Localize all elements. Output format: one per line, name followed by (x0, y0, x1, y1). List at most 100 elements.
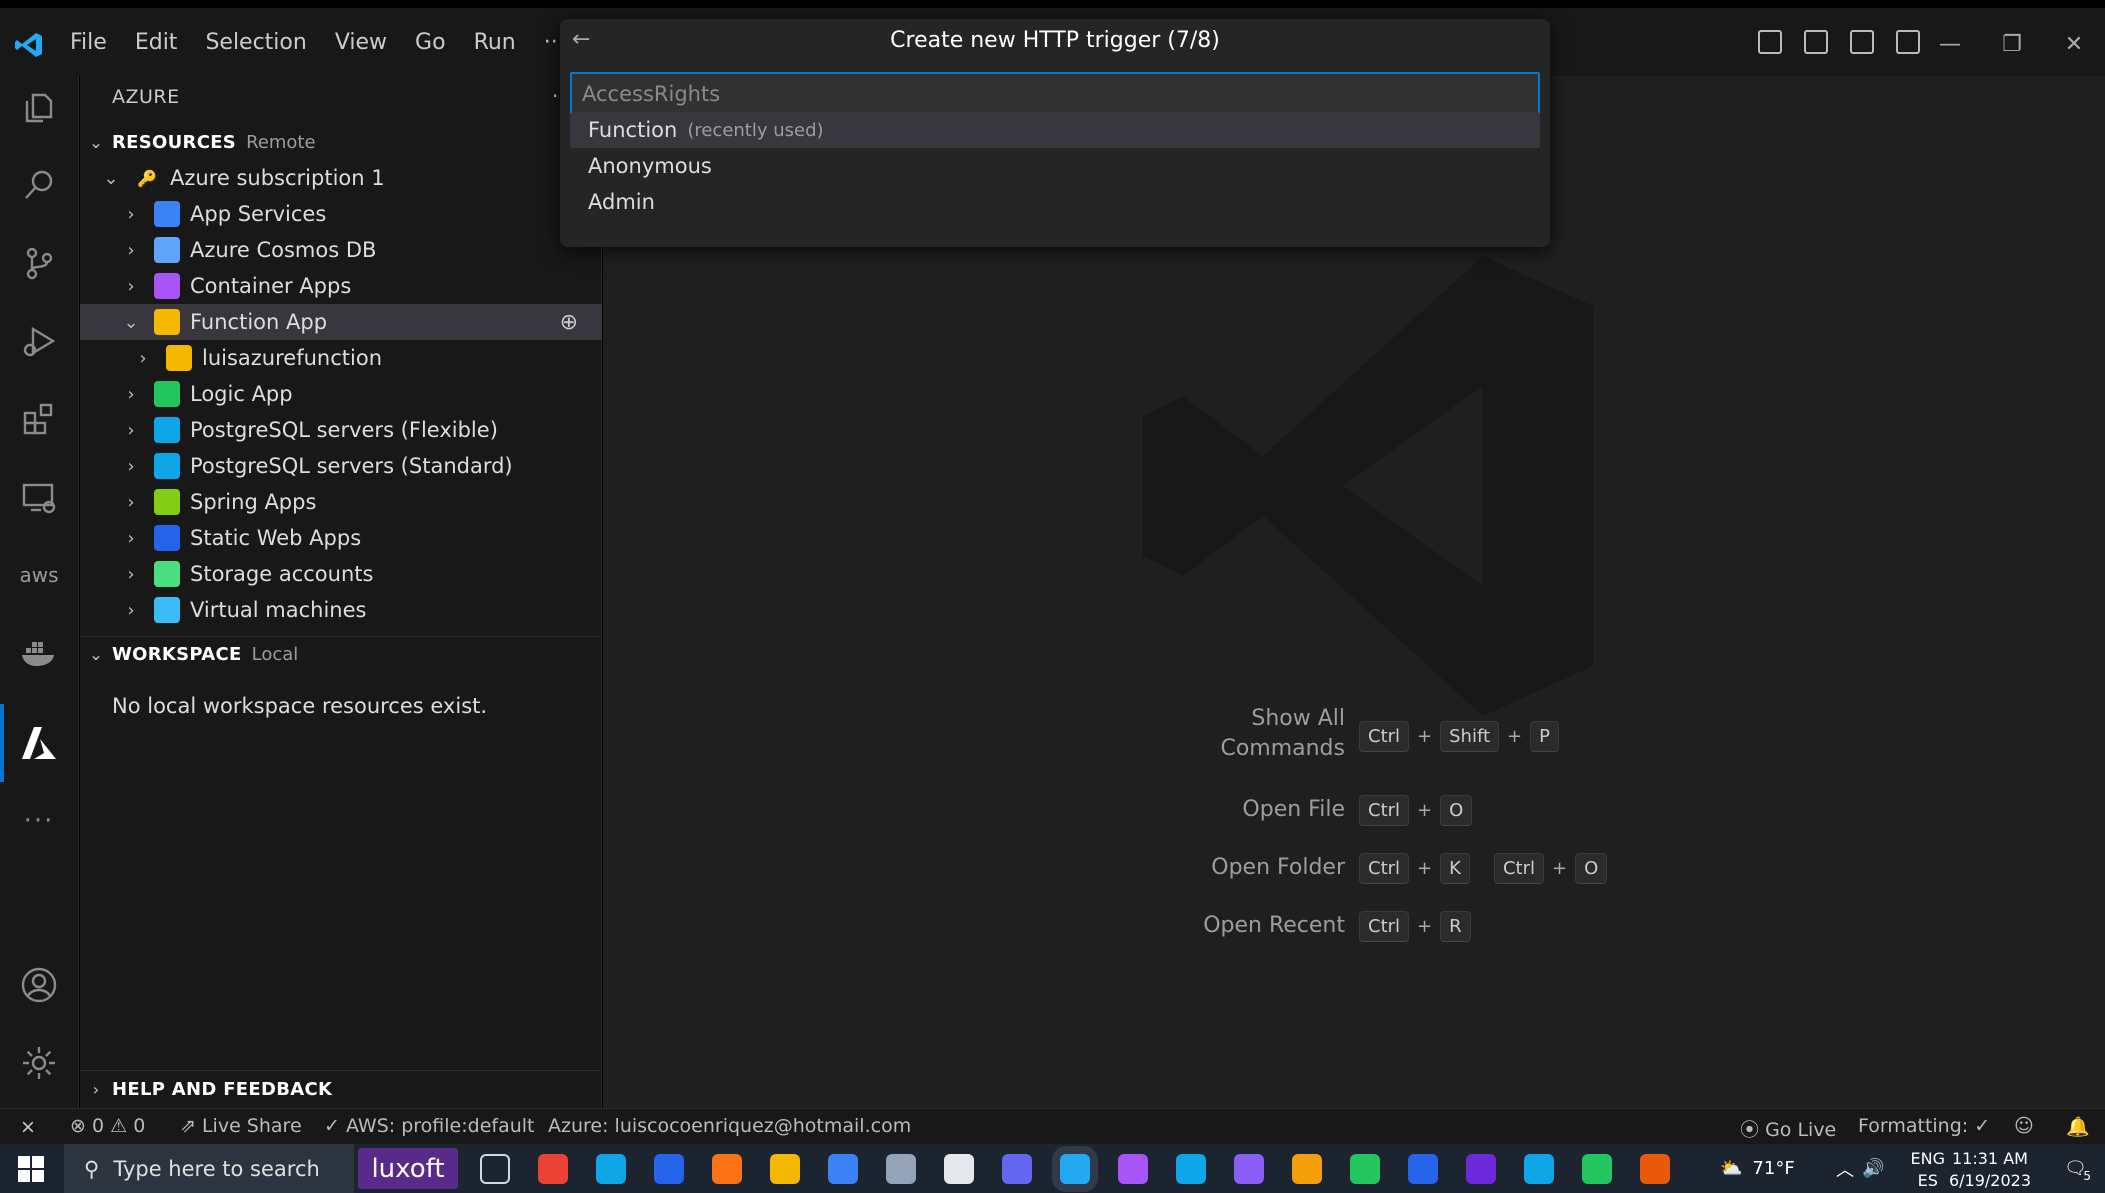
taskbar-clock[interactable]: 11:31 AM 6/19/2023 (1949, 1148, 2031, 1191)
run-debug-icon[interactable] (18, 320, 60, 362)
volume-icon[interactable]: 🔊 (1862, 1144, 1884, 1193)
go-live-status[interactable]: ⦿ Go Live (1740, 1115, 1836, 1142)
language-indicator[interactable]: ENG ES (1911, 1148, 1945, 1191)
eclipse-icon[interactable] (1466, 1154, 1496, 1184)
tree-item-luisazurefunction[interactable]: › luisazurefunction (80, 340, 602, 376)
vscode-watermark-icon (1143, 256, 1593, 716)
tree-item-spring-apps[interactable]: › Spring Apps (80, 484, 602, 520)
toggle-primary-sidebar-icon[interactable] (1758, 30, 1782, 54)
close-window-button[interactable]: ✕ (2043, 24, 2105, 64)
chevron-right-icon: › (127, 563, 135, 585)
weather-widget[interactable]: ⛅ 71°F (1720, 1144, 1795, 1193)
explorer-icon[interactable] (18, 86, 60, 128)
tree-item-logic-app[interactable]: › Logic App (80, 376, 602, 412)
tree-item-postgresql-servers-standard-[interactable]: › PostgreSQL servers (Standard) (80, 448, 602, 484)
action-center-icon[interactable]: 🗨 5 (2064, 1144, 2091, 1193)
azure-account-status[interactable]: Azure: luiscocoenriquez@hotmail.com (548, 1115, 911, 1137)
feedback-icon[interactable]: ☺ (2014, 1115, 2034, 1137)
menu-item-1[interactable]: Edit (135, 30, 178, 55)
quick-pick-option-admin[interactable]: Admin (570, 184, 1540, 220)
live-share-status[interactable]: ⇗ Live Share (180, 1115, 302, 1137)
help-feedback-label: HELP AND FEEDBACK (112, 1078, 333, 1100)
source-control-icon[interactable] (18, 242, 60, 284)
menu-item-0[interactable]: File (70, 30, 107, 55)
docker-icon[interactable] (828, 1154, 858, 1184)
teams-icon[interactable] (1002, 1154, 1032, 1184)
tree-item-container-apps[interactable]: › Container Apps (80, 268, 602, 304)
help-feedback-section-header[interactable]: › HELP AND FEEDBACK (80, 1071, 602, 1107)
maps-icon[interactable] (1408, 1154, 1438, 1184)
quick-pick-option-anonymous[interactable]: Anonymous (570, 148, 1540, 184)
quick-pick-option-function[interactable]: Function (recently used) (570, 112, 1540, 148)
outlook-icon[interactable] (1176, 1154, 1206, 1184)
settings-gear-icon[interactable] (18, 1042, 60, 1084)
live-share-label: Live Share (201, 1115, 302, 1137)
status-bar: ⨯ ⊗ 0 ⚠ 0 ⇗ Live Share ✓ AWS: profile:de… (0, 1108, 2105, 1145)
vscode-icon[interactable] (1060, 1154, 1090, 1184)
tree-item-virtual-machines[interactable]: › Virtual machines (80, 592, 602, 628)
workspace-section-header[interactable]: ⌄ WORKSPACE Local (80, 636, 602, 672)
file-explorer-icon[interactable] (770, 1154, 800, 1184)
menu-item-4[interactable]: Go (415, 30, 446, 55)
zoom-search-icon[interactable]: ⊕ (560, 310, 578, 335)
chrome-icon[interactable] (538, 1154, 568, 1184)
docker-icon[interactable] (18, 632, 60, 674)
menu-item-2[interactable]: Selection (205, 30, 306, 55)
workspace-label: WORKSPACE (112, 643, 242, 665)
problems-status[interactable]: ⊗ 0 ⚠ 0 (70, 1115, 145, 1137)
remote-explorer-icon[interactable] (18, 476, 60, 518)
chevron-right-icon: › (127, 491, 135, 513)
menu-item-5[interactable]: Run (474, 30, 516, 55)
app-green-icon[interactable] (1350, 1154, 1380, 1184)
error-icon: ⊗ (70, 1115, 86, 1137)
tree-item-app-services[interactable]: › App Services (80, 196, 602, 232)
keycap: Ctrl (1359, 794, 1410, 826)
visual-studio-icon[interactable] (1234, 1154, 1264, 1184)
xbox-icon[interactable] (1582, 1154, 1612, 1184)
tray-chevron-icon[interactable]: ︿ (1836, 1144, 1854, 1193)
unity-icon[interactable] (944, 1154, 974, 1184)
sidebar-more-icon[interactable]: · (552, 84, 558, 108)
tree-item-azure-cosmos-db[interactable]: › Azure Cosmos DB (80, 232, 602, 268)
github-icon[interactable] (1118, 1154, 1148, 1184)
formatting-status[interactable]: Formatting: ✓ (1858, 1115, 1990, 1137)
subscription-node[interactable]: ⌄ 🔑 Azure subscription 1 (80, 160, 602, 196)
resources-section-header[interactable]: ⌄ RESOURCES Remote (80, 124, 602, 160)
notifications-bell-icon[interactable]: 🔔 (2066, 1115, 2090, 1138)
tree-item-label: Azure Cosmos DB (190, 238, 377, 262)
edge-icon[interactable] (596, 1154, 626, 1184)
bing-icon[interactable] (1524, 1154, 1554, 1184)
quick-pick-input[interactable] (570, 72, 1540, 116)
aws-status[interactable]: ✓ AWS: profile:default (324, 1115, 534, 1137)
tree-item-label: Container Apps (190, 274, 352, 298)
task-view-icon[interactable] (480, 1154, 510, 1184)
toggle-panel-icon[interactable] (1804, 30, 1828, 54)
windows-start-icon[interactable] (18, 1156, 44, 1182)
postman-icon[interactable] (712, 1154, 742, 1184)
tree-item-label: Virtual machines (190, 598, 367, 622)
folder-icon[interactable] (1292, 1154, 1322, 1184)
tree-item-label: Function App (190, 310, 328, 334)
menu-item-3[interactable]: View (335, 30, 387, 55)
aws-icon[interactable]: aws (18, 554, 60, 596)
search-icon[interactable] (18, 164, 60, 206)
customize-layout-icon[interactable] (1896, 30, 1920, 54)
mail-icon[interactable] (654, 1154, 684, 1184)
app-icon[interactable] (886, 1154, 916, 1184)
remote-indicator-icon[interactable]: ⨯ (0, 1109, 56, 1145)
tree-item-static-web-apps[interactable]: › Static Web Apps (80, 520, 602, 556)
accounts-icon[interactable] (18, 964, 60, 1006)
toggle-secondary-sidebar-icon[interactable] (1850, 30, 1874, 54)
powerpoint-icon[interactable] (1640, 1154, 1670, 1184)
extensions-icon[interactable] (18, 398, 60, 440)
tree-item-function-app[interactable]: ⌄ Function App ⊕ (80, 304, 602, 340)
tree-item-postgresql-servers-flexible-[interactable]: › PostgreSQL servers (Flexible) (80, 412, 602, 448)
more-icon[interactable]: ··· (18, 800, 60, 842)
search-icon: ⚲ (84, 1156, 100, 1181)
azure-icon[interactable] (18, 722, 60, 764)
restore-button[interactable]: ❐ (1981, 24, 2043, 64)
minimize-button[interactable]: — (1919, 24, 1981, 64)
tree-item-storage-accounts[interactable]: › Storage accounts (80, 556, 602, 592)
taskbar-search[interactable]: ⚲ Type here to search (64, 1144, 354, 1193)
luxoft-logo[interactable]: luxoft (358, 1148, 458, 1189)
